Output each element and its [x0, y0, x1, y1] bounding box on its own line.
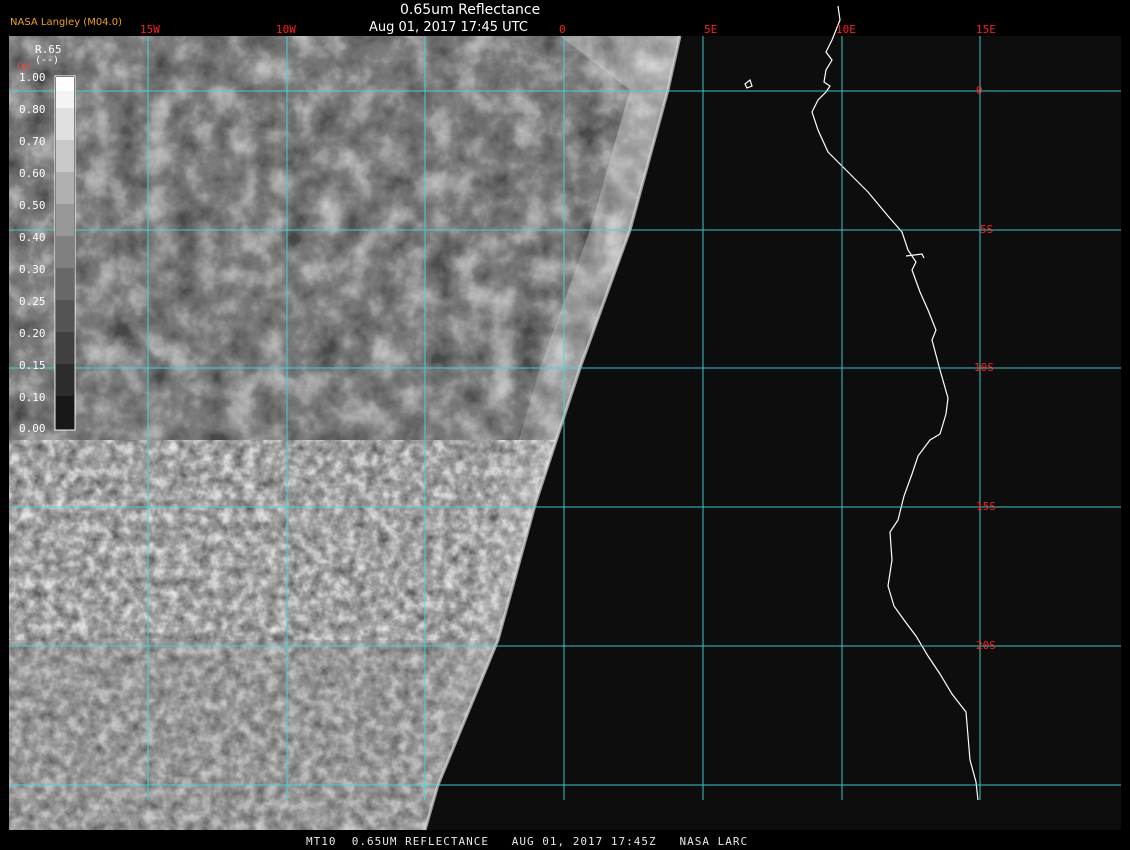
- legend-tick: 0.80: [19, 103, 46, 116]
- legend-tick: 0.15: [19, 359, 46, 372]
- legend-tick: 0.25: [19, 295, 46, 308]
- lon-label-0: 0: [559, 23, 566, 36]
- map-title: 0.65um Reflectance: [400, 2, 541, 18]
- legend-tick: 0.60: [19, 167, 46, 180]
- legend-corner-label: (K): [16, 63, 33, 73]
- lon-label-10w: 10W: [276, 23, 296, 36]
- lon-label-10e: 10E: [836, 23, 856, 36]
- lat-label-15s: 15S: [976, 500, 996, 513]
- legend-colorbar: [54, 75, 76, 431]
- legend-tick: 0.30: [19, 263, 46, 276]
- satellite-map: 15W 10W 0 5E 10E 15E 0 5S 10S 15S 20S 1.…: [9, 5, 1121, 831]
- legend-tick: 0.40: [19, 231, 46, 244]
- legend-tick: 0.00: [19, 422, 46, 435]
- lat-label-20s: 20S: [976, 639, 996, 652]
- lon-label-5e: 5E: [704, 23, 717, 36]
- lat-label-5s: 5S: [980, 223, 993, 236]
- lon-label-15w: 15W: [140, 23, 160, 36]
- map-timestamp: Aug 01, 2017 17:45 UTC: [369, 20, 528, 35]
- legend-unit: (--): [35, 55, 60, 66]
- source-label: NASA Langley (M04.0): [10, 17, 122, 28]
- lat-label-0: 0: [976, 84, 983, 97]
- footer-caption: MT10 0.65UM REFLECTANCE AUG 01, 2017 17:…: [306, 835, 749, 848]
- legend-tick: 0.50: [19, 199, 46, 212]
- legend-tick: 0.70: [19, 135, 46, 148]
- legend-tick: 0.20: [19, 327, 46, 340]
- legend-tick: 0.10: [19, 391, 46, 404]
- lat-label-10s: 10S: [974, 361, 994, 374]
- lon-label-15e: 15E: [976, 23, 996, 36]
